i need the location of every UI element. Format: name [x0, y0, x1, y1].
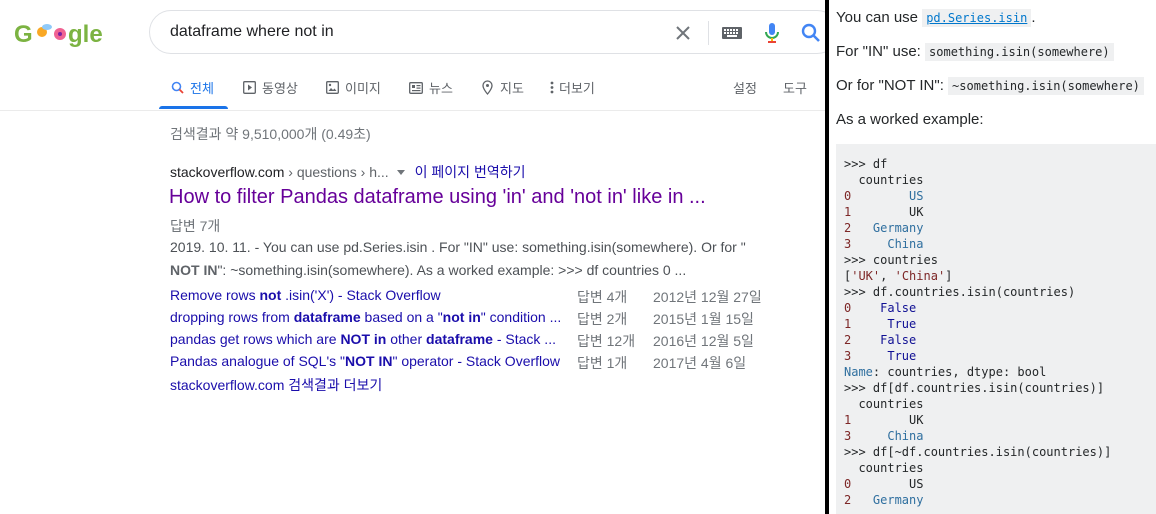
code-line: 0 US — [844, 189, 924, 203]
answer-paragraph: Or for "NOT IN": ~something.isin(somewhe… — [836, 77, 1144, 95]
video-icon — [242, 81, 256, 95]
caret-down-icon[interactable] — [396, 169, 405, 175]
sublink[interactable]: Pandas analogue of SQL's "NOT IN" operat… — [170, 353, 560, 369]
more-vert-icon — [549, 81, 555, 95]
sublink-row: dropping rows from dataframe based on a … — [170, 309, 754, 327]
search-tabs: 전체 동영상 이미지 뉴스 지도 더보기 설정 도구 — [0, 66, 825, 110]
code-line: >>> df — [844, 157, 888, 171]
image-icon — [325, 81, 339, 95]
sublink-row: Pandas analogue of SQL's "NOT IN" operat… — [170, 353, 746, 371]
translate-link[interactable]: 이 페이지 번역하기 — [415, 164, 526, 180]
result-answer-count: 답변 7개 — [170, 218, 221, 234]
tab-label: 이미지 — [345, 81, 381, 96]
inline-code: something.isin(somewhere) — [925, 43, 1114, 61]
sublink[interactable]: pandas get rows which are NOT in other d… — [170, 331, 556, 347]
keyboard-icon[interactable] — [721, 22, 743, 44]
answer-paragraph: You can use pd.Series.isin. — [836, 9, 1036, 27]
sublink-date: 2016년 12월 5일 — [653, 333, 754, 349]
code-line: >>> df.countries.isin(countries) — [844, 285, 1076, 299]
result-path: › questions › h... — [284, 164, 389, 180]
code-line: 3 True — [844, 349, 917, 363]
isin-doc-link[interactable]: pd.Series.isin — [922, 9, 1032, 27]
sublink-answers: 답변 4개 — [577, 289, 628, 305]
clear-icon[interactable] — [672, 22, 694, 44]
tab-videos[interactable]: 동영상 — [242, 78, 298, 97]
logo-graphic: G gle — [14, 21, 103, 48]
code-line: 0 False — [844, 301, 917, 315]
inline-code: ~something.isin(somewhere) — [948, 77, 1144, 95]
tab-label: 더보기 — [559, 81, 595, 96]
answer-paragraph: As a worked example: — [836, 111, 984, 128]
settings-link[interactable]: 설정 — [733, 78, 757, 97]
snippet-line-2: ": ~something.isin(somewhere). As a work… — [217, 262, 687, 278]
code-line: >>> df[df.countries.isin(countries)] — [844, 381, 1105, 395]
code-line: 1 UK — [844, 205, 924, 219]
code-line: 2 Germany — [844, 493, 924, 507]
more-results-link[interactable]: stackoverflow.com 검색결과 더보기 — [170, 375, 382, 395]
answer-pane: You can use pd.Series.isin. For "IN" use… — [829, 0, 1156, 514]
search-box-separator — [708, 21, 709, 45]
tab-label: 전체 — [190, 81, 214, 96]
code-line: 0 US — [844, 477, 924, 491]
code-line: Name: countries, dtype: bool — [844, 365, 1047, 379]
sublink-row: Remove rows not .isin('X') - Stack Overf… — [170, 287, 762, 305]
tab-all[interactable]: 전체 — [170, 78, 214, 97]
result-title-link[interactable]: How to filter Pandas dataframe using 'in… — [169, 186, 706, 209]
microphone-icon[interactable] — [761, 22, 783, 44]
code-block: >>> df countries 0 US 1 UK 2 Germany 3 C… — [836, 144, 1156, 514]
map-pin-icon — [480, 80, 494, 95]
tab-maps[interactable]: 지도 — [480, 78, 524, 97]
tab-label: 동영상 — [262, 81, 298, 96]
search-input[interactable]: dataframe where not in — [170, 23, 334, 41]
code-line: ['UK', 'China'] — [844, 269, 953, 283]
news-icon — [409, 81, 423, 95]
code-line: 1 UK — [844, 413, 924, 427]
sublink-date: 2012년 12월 27일 — [653, 289, 762, 305]
snippet-bold: NOT IN — [170, 262, 218, 278]
result-stats: 검색결과 약 9,510,000개 (0.49초) — [170, 126, 371, 142]
result-cite: stackoverflow.com › questions › h... 이 페이… — [170, 162, 525, 182]
code-line: countries — [844, 173, 924, 187]
code-line: 3 China — [844, 237, 924, 251]
sublink-date: 2015년 1월 15일 — [653, 311, 754, 327]
code-line: countries — [844, 397, 924, 411]
tab-label: 지도 — [500, 81, 524, 96]
code-line: 1 True — [844, 317, 917, 331]
code-line: 3 China — [844, 429, 924, 443]
svg-text:gle: gle — [68, 21, 103, 48]
answer-paragraph: For "IN" use: something.isin(somewhere) — [836, 43, 1114, 61]
tab-news[interactable]: 뉴스 — [409, 78, 453, 97]
google-doodle-logo[interactable]: G gle — [14, 14, 106, 50]
code-line: >>> df[~df.countries.isin(countries)] — [844, 445, 1112, 459]
code-line: >>> countries — [844, 253, 938, 267]
search-box[interactable]: dataframe where not in — [149, 10, 825, 54]
sublink-row: pandas get rows which are NOT in other d… — [170, 331, 754, 349]
tab-more[interactable]: 더보기 — [549, 78, 595, 97]
sublink-answers: 답변 2개 — [577, 311, 628, 327]
sublink-answers: 답변 12개 — [577, 333, 636, 349]
search-icon — [170, 81, 184, 95]
search-results-pane: G gle dataframe where not in 전체 동영상 이미지 … — [0, 0, 825, 514]
active-tab-indicator — [159, 106, 228, 109]
result-site: stackoverflow.com — [170, 164, 285, 180]
sublink[interactable]: dropping rows from dataframe based on a … — [170, 309, 561, 325]
sublink[interactable]: Remove rows not .isin('X') - Stack Overf… — [170, 287, 441, 303]
code-line: 2 Germany — [844, 221, 924, 235]
tools-link[interactable]: 도구 — [783, 78, 807, 97]
result-snippet: 2019. 10. 11. - You can use pd.Series.is… — [170, 236, 790, 282]
sublink-answers: 답변 1개 — [577, 355, 628, 371]
search-icon[interactable] — [800, 22, 822, 44]
snippet-line-1: 2019. 10. 11. - You can use pd.Series.is… — [170, 239, 746, 255]
sublink-date: 2017년 4월 6일 — [653, 355, 747, 371]
code-line: countries — [844, 461, 924, 475]
code-line: 2 False — [844, 333, 917, 347]
tabs-divider — [0, 110, 825, 111]
tab-images[interactable]: 이미지 — [325, 78, 381, 97]
svg-text:G: G — [14, 21, 33, 48]
tab-label: 뉴스 — [429, 81, 453, 96]
